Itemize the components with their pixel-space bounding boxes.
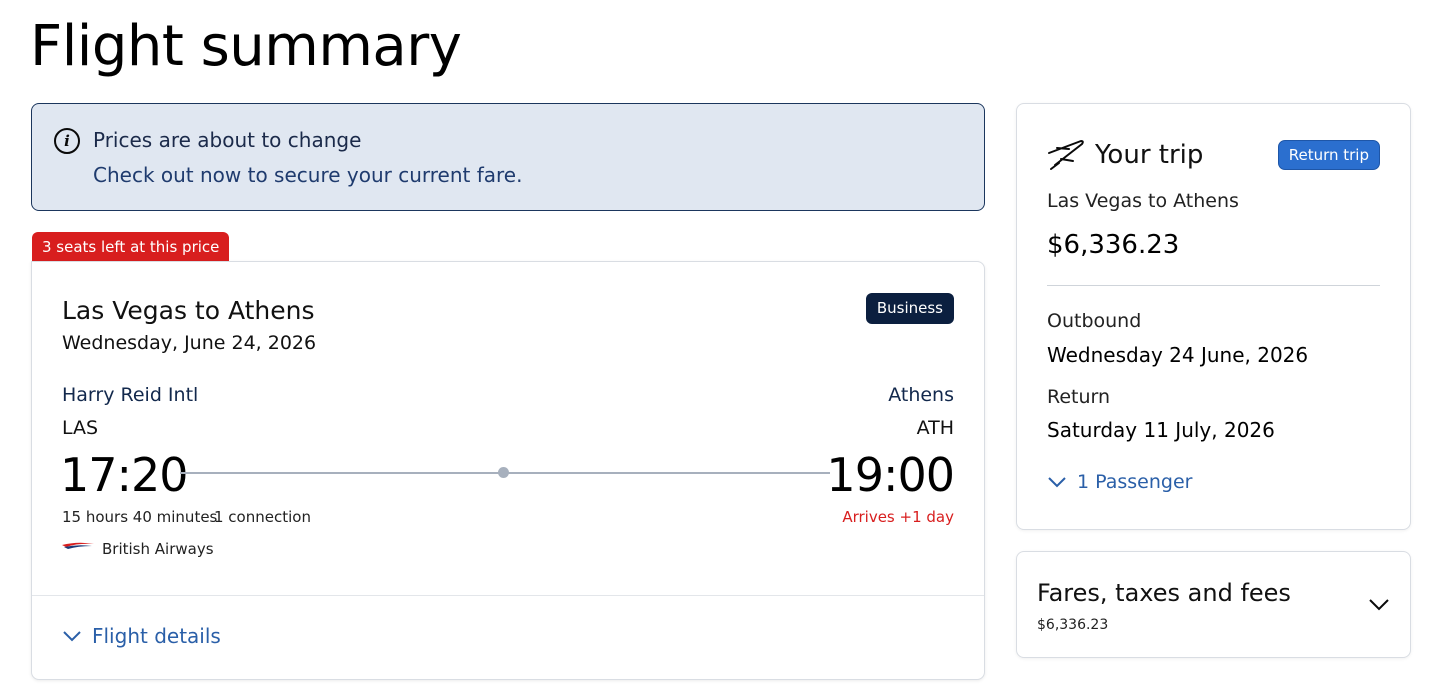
outbound-date: Wednesday 24 June, 2026 [1047,343,1309,367]
flight-details-label: Flight details [92,624,221,648]
trip-route: Las Vegas to Athens [1047,190,1239,212]
your-trip-title: Your trip [1095,140,1204,170]
flight-duration: 15 hours 40 minutes [62,508,218,526]
departure-time: 17:20 [60,448,189,502]
page-title: Flight summary [30,14,462,79]
destination-airport-name: Athens [888,384,954,406]
fares-taxes-fees-card[interactable]: Fares, taxes and fees $6,336.23 [1016,551,1411,658]
info-icon: i [54,128,80,154]
origin-airport-code: LAS [62,417,99,439]
destination-airport-code: ATH [916,417,954,439]
trip-divider [1047,285,1380,286]
chevron-down-icon [63,631,81,642]
airplane-icon [1048,140,1084,170]
fares-total: $6,336.23 [1037,617,1109,633]
british-airways-logo-icon [62,542,94,549]
passengers-toggle[interactable]: 1 Passenger [1047,471,1192,493]
trip-type-badge: Return trip [1277,140,1380,170]
connection-count: 1 connection [214,508,311,526]
chevron-down-icon [1048,477,1066,488]
flight-details-toggle[interactable]: Flight details [62,624,221,648]
cabin-class-badge: Business [865,293,954,324]
chevron-down-icon[interactable] [1368,597,1390,611]
airline-name: British Airways [102,540,214,558]
card-divider [32,595,984,596]
arrives-next-day-note: Arrives +1 day [842,508,954,526]
passengers-label: 1 Passenger [1077,471,1193,493]
connection-dot-icon [498,467,509,478]
flight-card: Las Vegas to Athens Wednesday, June 24, … [31,261,985,680]
return-date: Saturday 11 July, 2026 [1047,418,1275,442]
notice-body: Check out now to secure your current far… [93,163,523,187]
notice-title: Prices are about to change [93,128,362,152]
arrival-time: 19:00 [826,448,955,502]
trip-price: $6,336.23 [1047,230,1180,260]
flight-date: Wednesday, June 24, 2026 [62,332,317,354]
price-change-notice: i Prices are about to change Check out n… [31,103,985,211]
return-label: Return [1047,386,1111,408]
your-trip-card: Your trip Return trip Las Vegas to Athen… [1016,103,1411,530]
outbound-label: Outbound [1047,310,1142,332]
flight-route-title: Las Vegas to Athens [62,296,315,325]
fares-title: Fares, taxes and fees [1037,579,1291,607]
seats-left-badge: 3 seats left at this price [32,232,230,262]
origin-airport-name: Harry Reid Intl [62,384,199,406]
